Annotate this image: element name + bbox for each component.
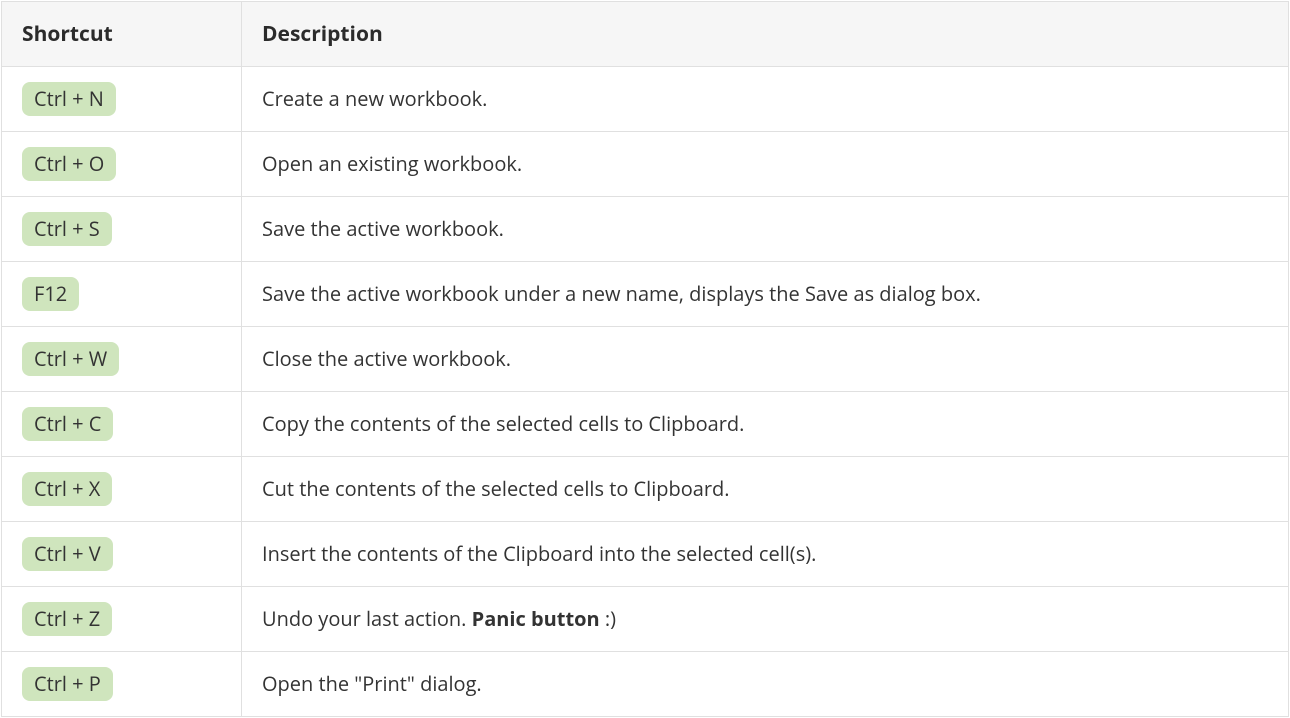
description-cell: Create a new workbook.: [242, 67, 1289, 132]
table-row: Ctrl + C Copy the contents of the select…: [2, 392, 1289, 457]
shortcut-cell: Ctrl + S: [2, 197, 242, 262]
table-row: Ctrl + V Insert the contents of the Clip…: [2, 522, 1289, 587]
header-shortcut: Shortcut: [2, 2, 242, 67]
shortcut-key-badge: Ctrl + C: [22, 407, 113, 441]
description-cell: Close the active workbook.: [242, 327, 1289, 392]
description-cell: Open an existing workbook.: [242, 132, 1289, 197]
table-row: Ctrl + P Open the "Print" dialog.: [2, 652, 1289, 717]
shortcut-key-badge: F12: [22, 277, 79, 311]
header-description: Description: [242, 2, 1289, 67]
shortcut-cell: Ctrl + V: [2, 522, 242, 587]
shortcut-key-badge: Ctrl + Z: [22, 602, 112, 636]
shortcut-cell: Ctrl + Z: [2, 587, 242, 652]
shortcut-key-badge: Ctrl + V: [22, 537, 113, 571]
table-row: Ctrl + W Close the active workbook.: [2, 327, 1289, 392]
description-cell: Copy the contents of the selected cells …: [242, 392, 1289, 457]
shortcut-cell: Ctrl + W: [2, 327, 242, 392]
description-text-pre: Undo your last action.: [262, 605, 472, 632]
description-cell: Save the active workbook under a new nam…: [242, 262, 1289, 327]
description-text-strong: Panic button: [472, 605, 600, 632]
shortcut-cell: Ctrl + N: [2, 67, 242, 132]
shortcut-key-badge: Ctrl + O: [22, 147, 116, 181]
table-header-row: Shortcut Description: [2, 2, 1289, 67]
description-cell: Insert the contents of the Clipboard int…: [242, 522, 1289, 587]
table-row: Ctrl + X Cut the contents of the selecte…: [2, 457, 1289, 522]
table-row: F12 Save the active workbook under a new…: [2, 262, 1289, 327]
shortcut-cell: Ctrl + X: [2, 457, 242, 522]
description-text-post: :): [600, 605, 616, 632]
shortcut-key-badge: Ctrl + W: [22, 342, 119, 376]
table-row: Ctrl + N Create a new workbook.: [2, 67, 1289, 132]
description-cell: Undo your last action. Panic button :): [242, 587, 1289, 652]
shortcut-key-badge: Ctrl + P: [22, 667, 113, 701]
table-row: Ctrl + Z Undo your last action. Panic bu…: [2, 587, 1289, 652]
shortcut-cell: F12: [2, 262, 242, 327]
description-cell: Save the active workbook.: [242, 197, 1289, 262]
shortcut-cell: Ctrl + C: [2, 392, 242, 457]
shortcut-cell: Ctrl + P: [2, 652, 242, 717]
shortcut-key-badge: Ctrl + N: [22, 82, 116, 116]
description-cell: Open the "Print" dialog.: [242, 652, 1289, 717]
table-row: Ctrl + O Open an existing workbook.: [2, 132, 1289, 197]
description-cell: Cut the contents of the selected cells t…: [242, 457, 1289, 522]
shortcut-cell: Ctrl + O: [2, 132, 242, 197]
shortcut-key-badge: Ctrl + X: [22, 472, 112, 506]
shortcuts-table: Shortcut Description Ctrl + N Create a n…: [1, 1, 1289, 717]
shortcut-key-badge: Ctrl + S: [22, 212, 112, 246]
table-row: Ctrl + S Save the active workbook.: [2, 197, 1289, 262]
